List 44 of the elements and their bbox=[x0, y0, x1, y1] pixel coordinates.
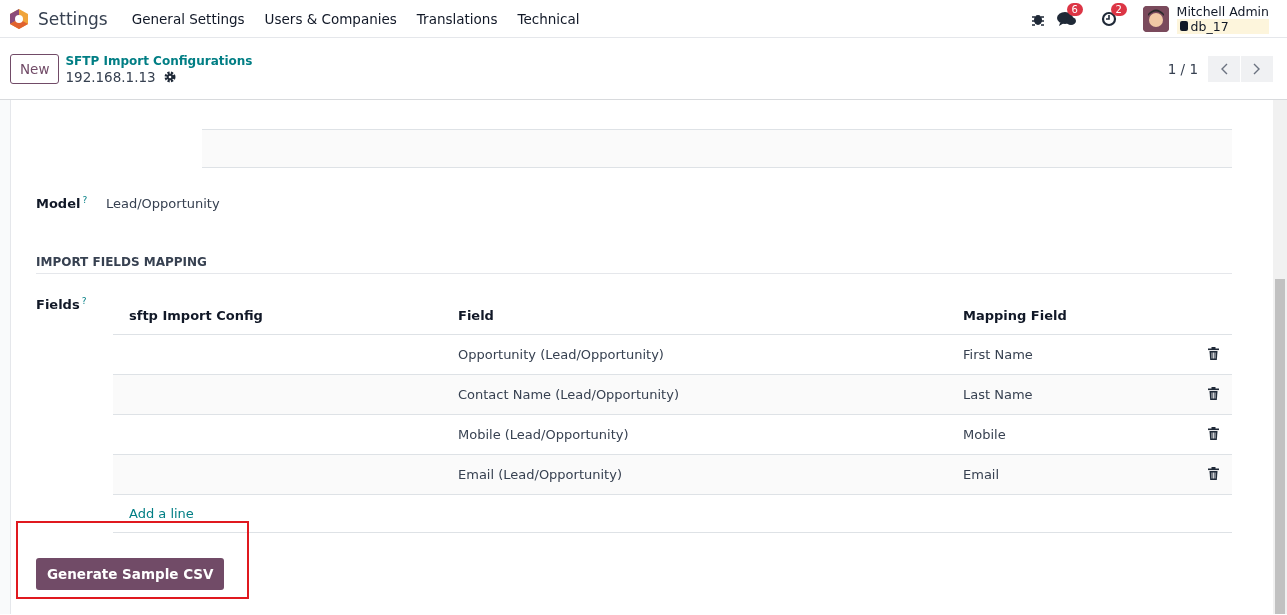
add-line-link[interactable]: Add a line bbox=[129, 506, 194, 522]
table-cell-text: Email bbox=[962, 467, 1001, 483]
chevron-right-icon bbox=[1253, 62, 1261, 75]
settings-icon[interactable] bbox=[163, 70, 176, 83]
app-logo-icon[interactable] bbox=[8, 7, 30, 30]
app-title[interactable]: Settings bbox=[38, 8, 108, 29]
table-cell-text: Email (Lead/Opportunity) bbox=[457, 467, 623, 483]
notification-badge: 6 bbox=[1066, 2, 1083, 16]
field-label: Fields$^{?}$ bbox=[36, 296, 88, 315]
table-cell-text: Mobile (Lead/Opportunity) bbox=[457, 427, 630, 443]
generate-csv-button[interactable]: Generate Sample CSV bbox=[36, 558, 225, 591]
delete-icon[interactable] bbox=[1208, 466, 1219, 480]
menu-item[interactable]: Users & Companies bbox=[264, 6, 397, 31]
scrollbar[interactable] bbox=[1275, 279, 1285, 614]
avatar-icon[interactable] bbox=[1142, 5, 1169, 32]
menu-item[interactable]: Technical bbox=[517, 6, 580, 31]
chevron-left-icon bbox=[1220, 62, 1228, 75]
section-title: IMPORT FIELDS MAPPING bbox=[36, 255, 1232, 275]
database-name: db_17 bbox=[1190, 18, 1229, 34]
table-cell-text: Contact Name (Lead/Opportunity) bbox=[457, 387, 680, 403]
column-header[interactable]: Field bbox=[442, 307, 947, 323]
menu-item[interactable]: Translations bbox=[416, 6, 498, 31]
column-header[interactable]: Mapping Field bbox=[947, 307, 1192, 323]
field-label: Model$^{?}$ bbox=[36, 195, 89, 212]
table-cell-text: First Name bbox=[962, 347, 1034, 363]
help-icon[interactable]: ? bbox=[82, 195, 88, 205]
column-header[interactable]: sftp Import Config bbox=[113, 307, 442, 323]
delete-icon[interactable] bbox=[1208, 386, 1219, 400]
record-name: 192.168.1.13 bbox=[65, 68, 156, 85]
clock-icon[interactable] bbox=[1100, 10, 1117, 27]
pager-value: 1 / 1 bbox=[1167, 60, 1198, 77]
table-cell-text: Last Name bbox=[962, 387, 1034, 403]
breadcrumb-link[interactable]: SFTP Import Configurations bbox=[65, 52, 253, 69]
delete-icon[interactable] bbox=[1208, 346, 1219, 360]
table-cell-text: Opportunity (Lead/Opportunity) bbox=[457, 347, 665, 363]
table-cell-text: Mobile bbox=[962, 427, 1007, 443]
user-name[interactable]: Mitchell Admin bbox=[1176, 3, 1269, 19]
delete-icon[interactable] bbox=[1208, 426, 1219, 440]
database-icon bbox=[1179, 21, 1188, 31]
menu-item[interactable]: General Settings bbox=[131, 6, 245, 31]
field-value: Lead/Opportunity bbox=[106, 196, 220, 212]
notification-badge: 2 bbox=[1110, 2, 1127, 16]
new-button[interactable]: New bbox=[10, 53, 60, 84]
help-icon[interactable]: ? bbox=[81, 296, 87, 307]
